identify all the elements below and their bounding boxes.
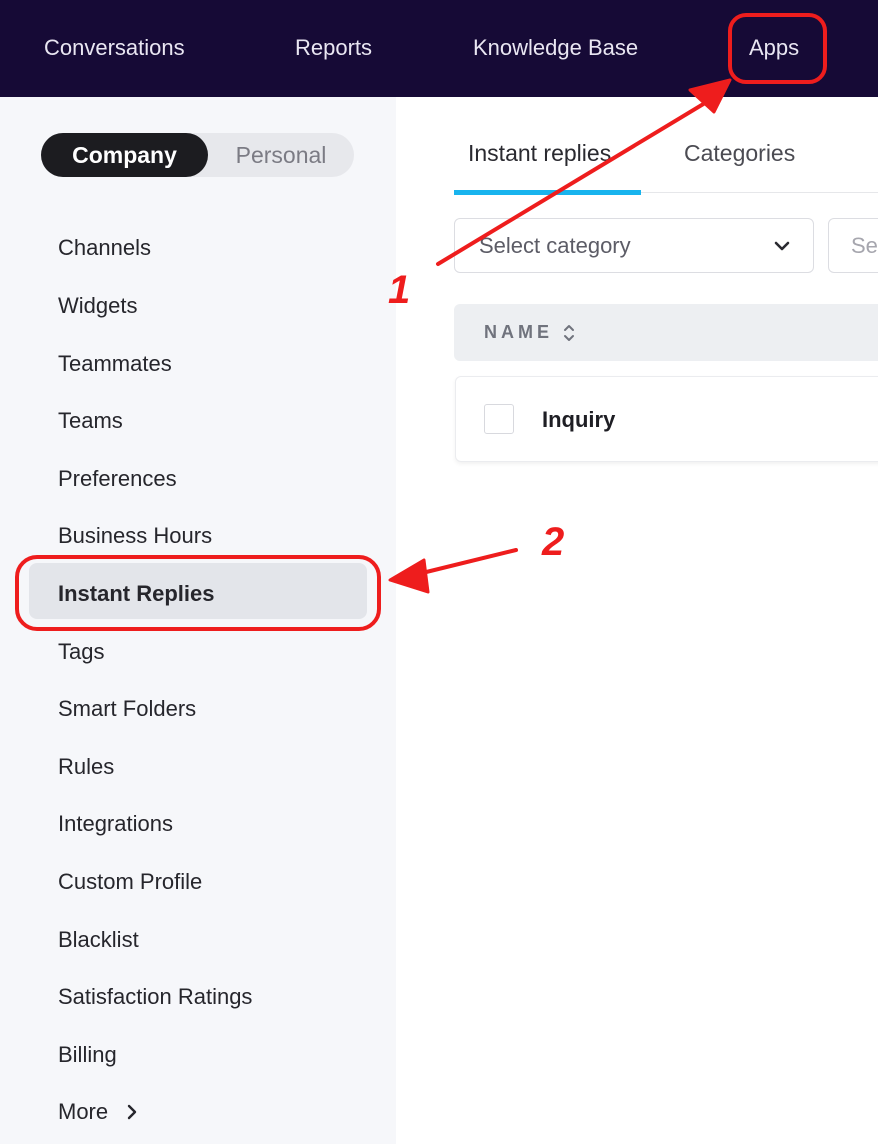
tab-categories[interactable]: Categories [684,136,795,170]
sidebar-item-teams[interactable]: Teams [58,403,123,439]
sidebar-item-business-hours[interactable]: Business Hours [58,518,212,554]
sidebar-item-custom-profile[interactable]: Custom Profile [58,864,202,900]
table-row[interactable]: Inquiry [455,376,878,462]
scope-company-button[interactable]: Company [41,133,208,177]
search-placeholder: Se [851,233,878,258]
annotation-step-1: 1 [388,268,411,312]
nav-apps[interactable]: Apps [749,33,799,63]
sidebar-item-preferences[interactable]: Preferences [58,461,177,497]
scope-personal-button[interactable]: Personal [208,133,354,177]
category-select-value: Select category [479,233,631,258]
table-header: NAME [454,304,878,361]
arrow-to-instant-replies [408,548,518,578]
search-input[interactable]: Se [828,218,878,273]
nav-knowledge-base[interactable]: Knowledge Base [473,33,638,63]
scope-toggle: Company Personal [41,133,354,177]
sidebar-item-more-label: More [58,1099,109,1124]
sidebar-item-integrations[interactable]: Integrations [58,806,173,842]
row-name[interactable]: Inquiry [542,377,615,463]
row-checkbox[interactable] [484,404,514,434]
sidebar-item-tags[interactable]: Tags [58,634,104,670]
sidebar-item-billing[interactable]: Billing [58,1037,117,1073]
category-select[interactable]: Select category [454,218,814,273]
top-navigation-bar: Conversations Reports Knowledge Base App… [0,0,878,97]
sidebar-item-rules[interactable]: Rules [58,749,114,785]
sort-icon[interactable] [562,322,576,344]
chevron-down-icon [774,241,790,251]
tab-instant-replies[interactable]: Instant replies [468,136,611,170]
chevron-right-icon [128,1104,137,1120]
settings-sidebar: Company Personal Channels Widgets Teamma… [0,97,396,1144]
annotation-step-2: 2 [542,520,565,564]
sidebar-item-widgets[interactable]: Widgets [58,288,137,324]
active-tab-indicator [454,190,641,195]
sidebar-item-channels[interactable]: Channels [58,230,151,266]
sidebar-item-blacklist[interactable]: Blacklist [58,922,139,958]
nav-conversations[interactable]: Conversations [44,33,185,63]
nav-reports[interactable]: Reports [295,33,372,63]
sidebar-item-satisfaction-ratings[interactable]: Satisfaction Ratings [58,979,252,1015]
sidebar-item-smart-folders[interactable]: Smart Folders [58,691,196,727]
sidebar-item-teammates[interactable]: Teammates [58,346,172,382]
sidebar-item-instant-replies[interactable]: Instant Replies [58,576,214,612]
sidebar-item-more[interactable]: More [58,1094,138,1130]
column-header-name[interactable]: NAME [484,304,553,361]
